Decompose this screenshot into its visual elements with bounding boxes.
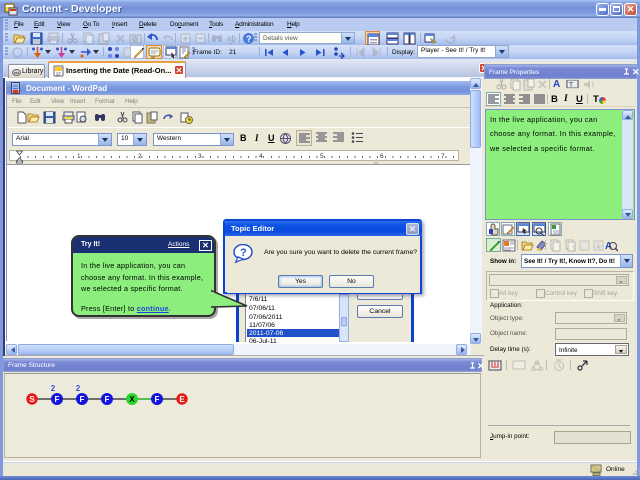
svg-text:F: F [80, 395, 85, 404]
svg-text:S: S [29, 395, 35, 404]
svg-text:2: 2 [76, 384, 81, 393]
svg-text:2: 2 [51, 384, 56, 393]
svg-text:F: F [155, 395, 160, 404]
svg-text:ab: ab [227, 34, 236, 43]
svg-text:?: ? [240, 247, 247, 259]
svg-text:?: ? [572, 246, 576, 252]
svg-text:F: F [105, 395, 110, 404]
svg-text:T: T [569, 80, 574, 89]
svg-text:?: ? [246, 34, 252, 44]
svg-text:E: E [179, 395, 185, 404]
svg-text:X: X [129, 395, 135, 404]
svg-text:F: F [55, 395, 60, 404]
